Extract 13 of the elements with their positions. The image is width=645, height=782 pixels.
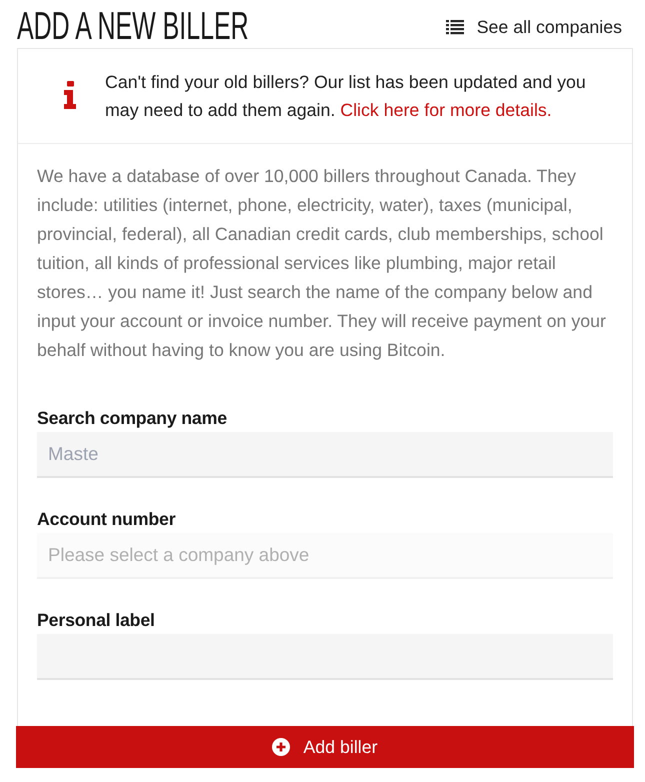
list-icon bbox=[446, 19, 464, 35]
plus-circle-icon bbox=[272, 738, 290, 756]
description-text: We have a database of over 10,000 billers throughout Canada. They include: utilities (internet, phone, electricity, water), taxes (municipal, provincial, federal), all Canadian credit cards, club memberships, school tuition, all kinds of professional services like plumbing, major retail stores… you name it! Just search the name of the company below and input your account or invoice number. They will receive payment on your behalf without having to know you are using Bitcoin. bbox=[37, 165, 607, 362]
field-label: Search company name bbox=[37, 408, 228, 428]
info-icon bbox=[63, 81, 77, 109]
add-biller-button[interactable]: Add biller bbox=[16, 726, 634, 768]
notice-message: Can't find your old billers? Our list has been updated and you may need to add them again. Click here for more details. bbox=[105, 71, 587, 122]
input-field[interactable] bbox=[37, 634, 613, 680]
field-label: Account number bbox=[37, 509, 176, 529]
see-all-companies-link[interactable]: See all companies bbox=[446, 16, 622, 38]
page-title: ADD A NEW BILLER bbox=[17, 6, 249, 48]
more-details-link[interactable]: Click here for more details. bbox=[340, 100, 552, 120]
field-label: Personal label bbox=[37, 610, 156, 630]
